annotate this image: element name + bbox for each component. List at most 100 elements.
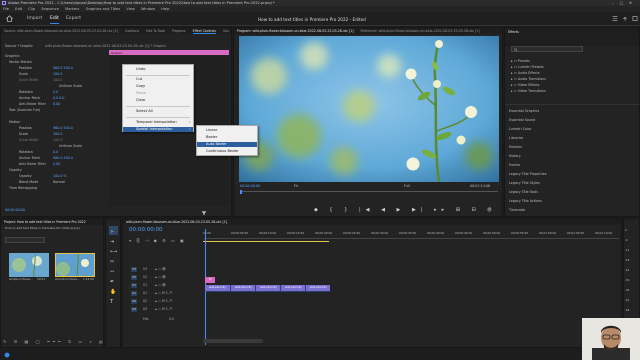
- menu-view[interactable]: View: [126, 7, 135, 11]
- ec-row-15-value[interactable]: Uniform Scale: [59, 144, 82, 149]
- track-lock-icon[interactable]: 🔒︎ ▭ 👁︎: [155, 267, 166, 271]
- ec-row-20-value[interactable]: 100.0 %: [53, 174, 67, 179]
- program-quality-select[interactable]: Full: [404, 184, 410, 189]
- audio-clip[interactable]: wild-plum-fly: [281, 285, 305, 291]
- tab-reference[interactable]: Reference: wild-plum-flower-blossom-on-b…: [361, 29, 480, 33]
- ec-graphic-clip[interactable]: Graphic: [109, 50, 229, 55]
- audio-clip[interactable]: wild-plum-fly: [306, 285, 330, 291]
- menu-file[interactable]: File: [3, 7, 9, 11]
- program-fit-select[interactable]: Fit: [294, 184, 298, 189]
- submenu-continuous-bezier[interactable]: Continuous Bezier: [206, 149, 239, 153]
- track-audio-controls[interactable]: 🔒︎ ▭ M S 🎤︎: [155, 291, 173, 295]
- ec-row-21-value[interactable]: Normal: [53, 180, 65, 185]
- timeline-tool-icons[interactable]: ⌖ ⎘ ⊣ ◆ ⚙ ▭ ▣: [129, 238, 185, 243]
- timeline-ruler[interactable]: 00:00 00:00:05:00 00:00:10:00 00:00:15:0…: [203, 229, 619, 239]
- panel-lumetri-color[interactable]: Lumetri Color: [509, 126, 531, 132]
- ec-row-22[interactable]: Time Remapping: [9, 186, 37, 191]
- tab-source-2[interactable]: Sou: [223, 29, 229, 33]
- master-clip-label[interactable]: Source * Graphic: [5, 44, 33, 49]
- project-thumbnail-1[interactable]: [9, 253, 49, 277]
- effects-title[interactable]: Effects: [508, 30, 519, 34]
- ctx-clear[interactable]: Clear: [136, 98, 145, 102]
- ctx-undo[interactable]: Undo: [136, 67, 145, 71]
- menu-graphics-titles[interactable]: Graphics and Titles: [86, 7, 121, 11]
- tab-export[interactable]: Export: [66, 16, 81, 21]
- ec-row-19[interactable]: Opacity: [9, 168, 22, 173]
- track-target-v1[interactable]: V1: [131, 283, 137, 288]
- ec-row-3-value[interactable]: 100.0: [53, 72, 62, 77]
- track-target-a1[interactable]: A1: [131, 291, 137, 296]
- fullscreen-icon[interactable]: [632, 15, 638, 22]
- menu-window[interactable]: Window: [141, 7, 155, 11]
- track-lock-icon[interactable]: 🔒︎ ▭ 👁︎: [155, 283, 166, 287]
- tab-effect-controls[interactable]: Effect Controls: [192, 29, 216, 34]
- panel-legacy-title-styles[interactable]: Legacy Title Styles: [509, 180, 540, 186]
- tab-progress[interactable]: Progress: [172, 29, 186, 33]
- graphic-clip[interactable]: fx: [205, 277, 215, 283]
- ec-timecode[interactable]: 00:00:00:00: [5, 208, 25, 213]
- track-target-a2[interactable]: A2: [131, 299, 137, 304]
- program-video-frame[interactable]: [239, 36, 499, 182]
- home-icon[interactable]: [6, 15, 13, 22]
- ec-row-2-value[interactable]: 960.0 540.0: [53, 66, 73, 71]
- menu-clip[interactable]: Clip: [28, 7, 35, 11]
- quick-export-icon[interactable]: [622, 15, 628, 22]
- panel-legacy-title-actions[interactable]: Legacy Title Actions: [509, 198, 542, 204]
- audio-clip[interactable]: wild-plum-fly: [205, 285, 230, 291]
- export-frame-icon[interactable]: ⊡: [488, 206, 495, 213]
- ctx-cut[interactable]: Cut: [136, 77, 142, 81]
- ec-row-8-value[interactable]: 0.00: [53, 102, 60, 107]
- panel-history[interactable]: History: [509, 153, 521, 159]
- ec-row-5-value[interactable]: Uniform Scale: [59, 84, 82, 89]
- ec-row-17-value[interactable]: 960.0 540.0: [53, 156, 73, 161]
- menu-edit[interactable]: Edit: [15, 7, 22, 11]
- track-audio-controls[interactable]: 🔒︎ ▭ M S 🎤︎: [155, 307, 173, 311]
- ctx-temporal-interpolation[interactable]: Temporal Interpolation: [136, 120, 177, 124]
- program-timecode[interactable]: 00:00:00:00: [240, 184, 260, 189]
- tab-import[interactable]: Import: [27, 16, 42, 21]
- ec-row-13-value[interactable]: 100.0: [53, 132, 62, 137]
- ctx-copy[interactable]: Copy: [136, 84, 145, 88]
- ec-row-7-value[interactable]: 0.0 0.0: [53, 96, 65, 101]
- audio-clip[interactable]: wild-plum-fly: [256, 285, 280, 291]
- submenu-linear[interactable]: Linear: [206, 128, 217, 132]
- submenu-bezier[interactable]: Bezier: [206, 135, 217, 139]
- ctx-spatial-interpolation[interactable]: Spatial Interpolation: [136, 127, 173, 131]
- effects-search-input[interactable]: [511, 46, 583, 52]
- ec-row-16-value[interactable]: 0.0: [53, 150, 58, 155]
- project-search-input[interactable]: [5, 237, 45, 243]
- project-footer-controls[interactable]: ✎ ☰ ▦ ◯ ━━━ ⇅ ▭ ⌕ ▤ 🗑: [3, 339, 103, 346]
- panel-legacy-title-tools[interactable]: Legacy Title Tools: [509, 189, 538, 195]
- panel-markers[interactable]: Markers: [509, 144, 522, 150]
- track-target-v3[interactable]: V3: [131, 267, 137, 272]
- mix-value[interactable]: 0.0: [169, 317, 174, 321]
- timeline-scrollbar[interactable]: [203, 339, 263, 343]
- work-area-bar[interactable]: [203, 241, 329, 242]
- audio-clip[interactable]: wild-plum-fly: [231, 285, 255, 291]
- tab-source[interactable]: Source: wild-plum-flower-blossom-on-blue…: [4, 29, 118, 33]
- tools-list[interactable]: ➤⇥⟷✂⇿✒✋T: [110, 227, 118, 307]
- panel-timecode[interactable]: Timecode: [509, 207, 525, 213]
- ctx-select-all[interactable]: Select All: [136, 109, 153, 113]
- timeline-timecode[interactable]: 00:00:00:00: [129, 227, 163, 233]
- submenu-auto-bezier[interactable]: Auto Bezier: [206, 142, 227, 146]
- tab-edit[interactable]: Edit: [50, 16, 59, 24]
- panel-essential-sound[interactable]: Essential Sound: [509, 117, 535, 123]
- tab-edit-to-tape[interactable]: Edit To Tape: [146, 29, 165, 33]
- ec-row-12-value[interactable]: 960.0 540.0: [53, 126, 73, 131]
- panel-events[interactable]: Events: [509, 162, 520, 168]
- track-audio-controls[interactable]: 🔒︎ ▭ M S 🎤︎: [155, 299, 173, 303]
- menu-markers[interactable]: Markers: [65, 7, 79, 11]
- ec-row-11[interactable]: Motion: [9, 120, 20, 125]
- panel-legacy-title-properties[interactable]: Legacy Title Properties: [509, 171, 547, 177]
- tab-sequence[interactable]: wild-plum-flower-blossom-on-blue-2022-08…: [126, 220, 227, 224]
- tab-project[interactable]: Project: How to add text titles in Premi…: [4, 220, 86, 224]
- track-target-a3[interactable]: A3: [131, 307, 137, 312]
- track-lock-icon[interactable]: 🔒︎ ▭ 👁︎: [155, 275, 166, 279]
- ec-row-9[interactable]: Text (Summer Fun): [9, 108, 40, 113]
- transport-controls[interactable]: ◆ { } |◀ ◀ ▶ ▶| ▸▸ ⊞ ⊟ ◎ ⋯ +: [314, 206, 502, 214]
- menu-sequence[interactable]: Sequence: [41, 7, 59, 11]
- ec-row-6-value[interactable]: 0.0: [53, 90, 58, 95]
- program-scrubber[interactable]: [240, 191, 498, 194]
- filter-icon[interactable]: [201, 210, 207, 216]
